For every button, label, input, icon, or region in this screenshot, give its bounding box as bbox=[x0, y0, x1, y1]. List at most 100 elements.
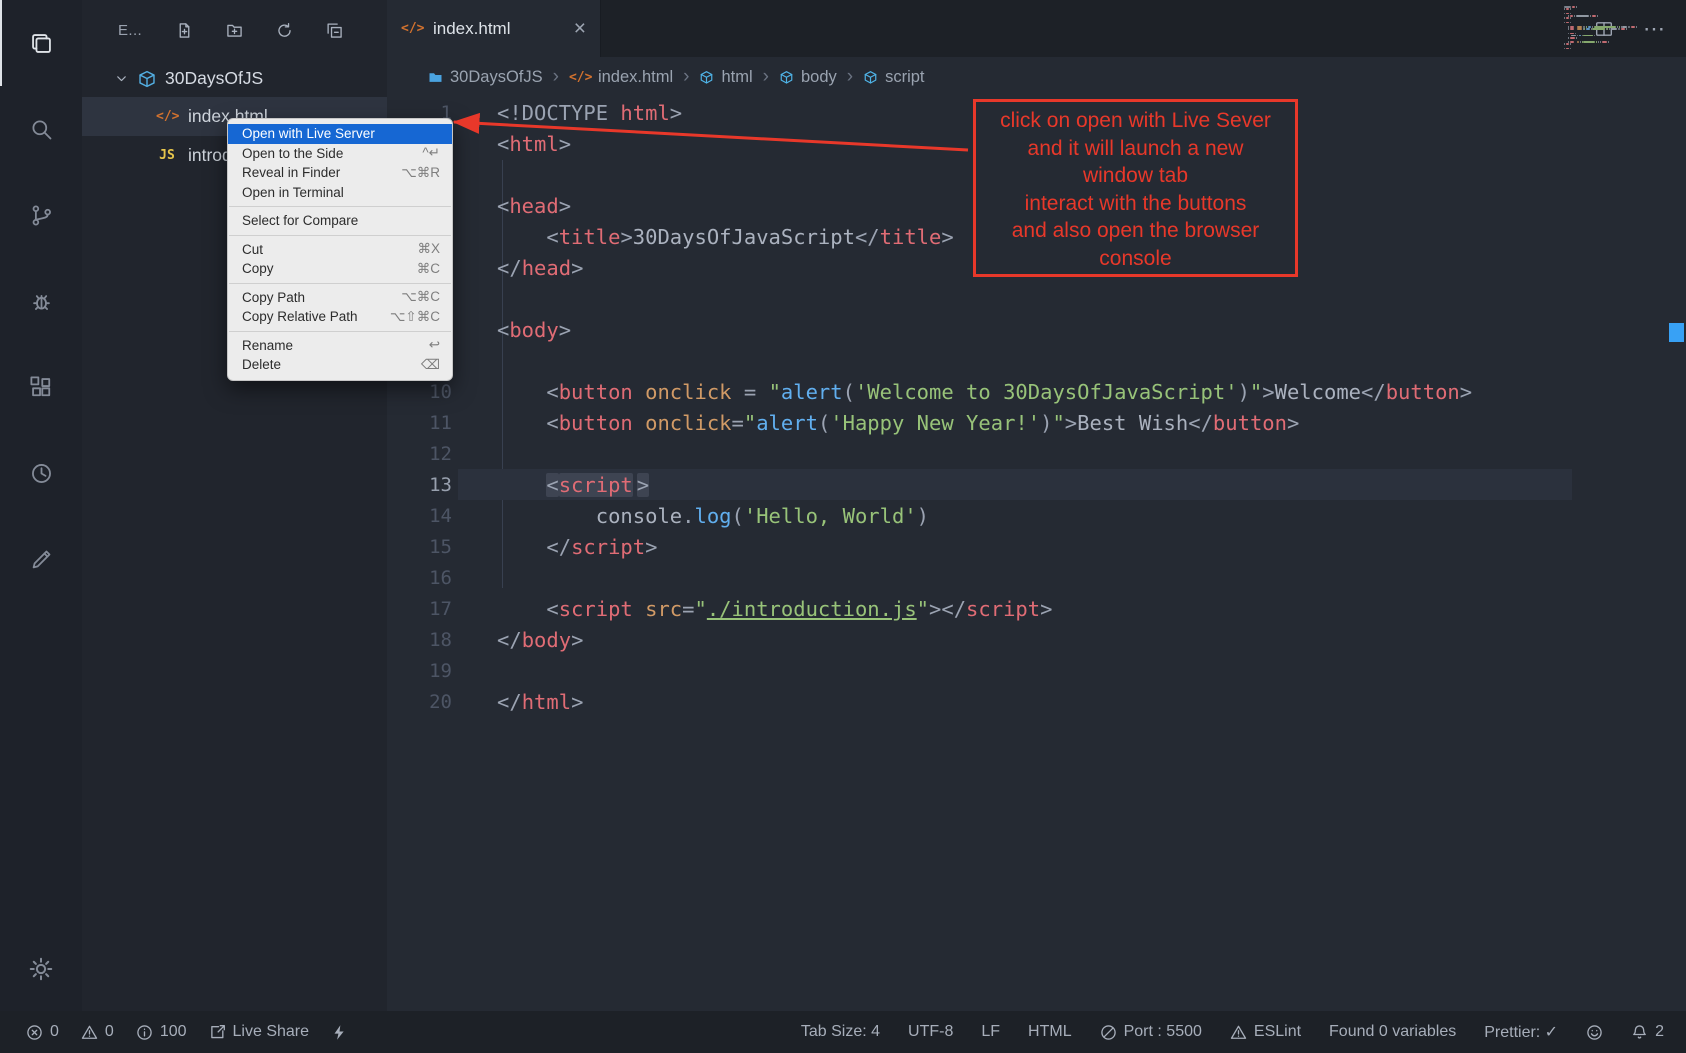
menu-item-label: Cut bbox=[242, 242, 263, 257]
project-row-30daysofjs[interactable]: 30DaysOfJS bbox=[82, 60, 387, 97]
status-prettier[interactable]: Prettier: ✓ bbox=[1484, 1022, 1558, 1042]
code-text: </script> bbox=[452, 535, 657, 559]
status-2[interactable]: 2 bbox=[1631, 1023, 1664, 1041]
status-eslint[interactable]: ESLint bbox=[1230, 1023, 1301, 1041]
code-line-12[interactable]: 12 bbox=[387, 438, 1686, 469]
warning-icon bbox=[81, 1024, 98, 1041]
context-menu: Open with Live ServerOpen to the Side^↵R… bbox=[227, 118, 453, 381]
line-number: 14 bbox=[387, 505, 452, 527]
minimap[interactable] bbox=[1564, 6, 1658, 50]
annotation-line: console bbox=[976, 245, 1295, 273]
menu-item-label: Rename bbox=[242, 338, 293, 353]
status-zap-icon[interactable] bbox=[331, 1024, 348, 1041]
line-number: 11 bbox=[387, 412, 452, 434]
source-control-button[interactable] bbox=[0, 172, 82, 258]
clock-button[interactable] bbox=[0, 430, 82, 516]
explorer-title: E... bbox=[118, 22, 142, 39]
live-share-icon bbox=[209, 1024, 226, 1041]
code-line-19[interactable]: 19 bbox=[387, 655, 1686, 686]
status-tab-size-4[interactable]: Tab Size: 4 bbox=[801, 1023, 880, 1041]
status-port-5500[interactable]: Port : 5500 bbox=[1100, 1023, 1202, 1041]
status-smiley-icon[interactable] bbox=[1586, 1024, 1603, 1041]
status-lf[interactable]: LF bbox=[981, 1023, 1000, 1041]
debug-button[interactable] bbox=[0, 258, 82, 344]
search-button[interactable] bbox=[0, 86, 82, 172]
pen-icon bbox=[28, 546, 55, 573]
code-line-16[interactable]: 16 bbox=[387, 562, 1686, 593]
menu-item-copy-relative-path[interactable]: Copy Relative Path ⌥⇧⌘C bbox=[228, 307, 452, 327]
status-100[interactable]: 100 bbox=[136, 1023, 187, 1041]
code-text: <body> bbox=[452, 318, 571, 342]
menu-item-delete[interactable]: Delete⌫ bbox=[228, 355, 452, 375]
files-icon bbox=[28, 30, 55, 57]
breadcrumb-label: script bbox=[885, 68, 924, 87]
files-button[interactable] bbox=[0, 0, 82, 86]
code-line-7[interactable]: 7 bbox=[387, 283, 1686, 314]
status-html[interactable]: HTML bbox=[1028, 1023, 1072, 1041]
menu-item-rename[interactable]: Rename ↩ bbox=[228, 336, 452, 356]
code-line-14[interactable]: 14 console.log('Hello, World') bbox=[387, 500, 1686, 531]
menu-item-shortcut: ⌥⇧⌘C bbox=[390, 309, 440, 325]
pen-button[interactable] bbox=[0, 516, 82, 602]
close-icon[interactable]: × bbox=[574, 18, 586, 39]
breadcrumb-item-body[interactable]: body bbox=[779, 68, 837, 87]
package-icon bbox=[138, 70, 156, 88]
status-found-0-variables[interactable]: Found 0 variables bbox=[1329, 1023, 1456, 1041]
tab-index-html[interactable]: </> index.html × bbox=[387, 0, 601, 57]
menu-item-cut[interactable]: Cut⌘X bbox=[228, 240, 452, 260]
status-0[interactable]: 0 bbox=[81, 1023, 114, 1041]
breadcrumb-item-html[interactable]: html bbox=[699, 68, 752, 87]
menu-item-copy-path[interactable]: Copy Path⌥⌘C bbox=[228, 288, 452, 308]
collapse-all-icon[interactable] bbox=[326, 22, 343, 39]
line-number: 17 bbox=[387, 598, 452, 620]
code-line-8[interactable]: 8<body> bbox=[387, 314, 1686, 345]
gear-icon bbox=[26, 954, 56, 984]
breadcrumb-item-30daysofjs[interactable]: 30DaysOfJS bbox=[428, 68, 543, 87]
annotation-line: interact with the buttons bbox=[976, 190, 1295, 218]
menu-item-open-in-terminal[interactable]: Open in Terminal bbox=[228, 183, 452, 203]
settings-button[interactable] bbox=[0, 945, 82, 993]
source-control-icon bbox=[28, 202, 55, 229]
js-file-icon: JS bbox=[156, 148, 178, 163]
menu-item-label: Open in Terminal bbox=[242, 185, 344, 200]
menu-item-open-with-live-server[interactable]: Open with Live Server bbox=[228, 124, 452, 144]
menu-item-shortcut: ⌥⌘C bbox=[401, 289, 440, 305]
symbol-cube-icon bbox=[779, 70, 794, 85]
breadcrumb-item-index-html[interactable]: </> index.html bbox=[569, 68, 673, 87]
code-text: <button onclick = "alert('Welcome to 30D… bbox=[452, 380, 1472, 404]
code-line-10[interactable]: 10 <button onclick = "alert('Welcome to … bbox=[387, 376, 1686, 407]
html-file-icon: </> bbox=[569, 70, 591, 85]
menu-item-copy[interactable]: Copy⌘C bbox=[228, 259, 452, 279]
extensions-button[interactable] bbox=[0, 344, 82, 430]
status-live-share[interactable]: Live Share bbox=[209, 1023, 310, 1041]
status-label: Prettier: ✓ bbox=[1484, 1022, 1558, 1042]
refresh-icon[interactable] bbox=[276, 22, 293, 39]
menu-item-select-for-compare[interactable]: Select for Compare bbox=[228, 211, 452, 231]
code-line-9[interactable]: 9 bbox=[387, 345, 1686, 376]
new-folder-icon[interactable] bbox=[226, 22, 243, 39]
code-line-20[interactable]: 20</html> bbox=[387, 686, 1686, 717]
status-utf-8[interactable]: UTF-8 bbox=[908, 1023, 953, 1041]
breadcrumb-label: index.html bbox=[598, 68, 673, 87]
code-line-17[interactable]: 17 <script src="./introduction.js"></scr… bbox=[387, 593, 1686, 624]
code-text: </body> bbox=[452, 628, 583, 652]
menu-separator bbox=[229, 331, 451, 332]
zap-icon bbox=[331, 1024, 348, 1041]
bell-icon bbox=[1631, 1024, 1648, 1041]
menu-item-shortcut: ↩ bbox=[429, 337, 440, 353]
menu-item-open-to-the-side[interactable]: Open to the Side^↵ bbox=[228, 144, 452, 164]
menu-item-label: Copy Relative Path bbox=[242, 309, 358, 324]
breadcrumb-item-script[interactable]: script bbox=[863, 68, 924, 87]
annotation-arrow bbox=[440, 104, 980, 164]
menu-item-label: Open with Live Server bbox=[242, 126, 375, 141]
extensions-icon bbox=[28, 374, 55, 401]
code-line-18[interactable]: 18</body> bbox=[387, 624, 1686, 655]
code-line-15[interactable]: 15 </script> bbox=[387, 531, 1686, 562]
clock-icon bbox=[28, 460, 55, 487]
code-line-13[interactable]: 13 <script> bbox=[387, 469, 1686, 500]
menu-item-reveal-in-finder[interactable]: Reveal in Finder⌥⌘R bbox=[228, 163, 452, 183]
status-0[interactable]: 0 bbox=[26, 1023, 59, 1041]
status-label: Live Share bbox=[233, 1023, 310, 1041]
new-file-icon[interactable] bbox=[176, 22, 193, 39]
code-line-11[interactable]: 11 <button onclick="alert('Happy New Yea… bbox=[387, 407, 1686, 438]
